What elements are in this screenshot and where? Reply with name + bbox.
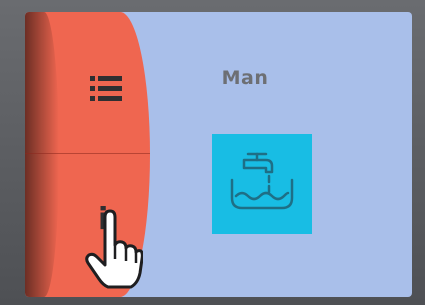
pointing-hand-icon [85,209,143,289]
tap-filling-basin-icon [230,152,294,210]
info-button[interactable]: i [53,162,143,289]
fill-basin-button[interactable] [212,134,312,234]
list-menu-icon [90,76,122,101]
side-menu-panel: i [25,12,150,297]
display-screen: i Man [25,12,412,297]
device-frame: i Man [0,0,425,305]
menu-button[interactable] [53,52,143,132]
mode-title: Man [221,67,269,89]
panel-divider [25,153,150,154]
